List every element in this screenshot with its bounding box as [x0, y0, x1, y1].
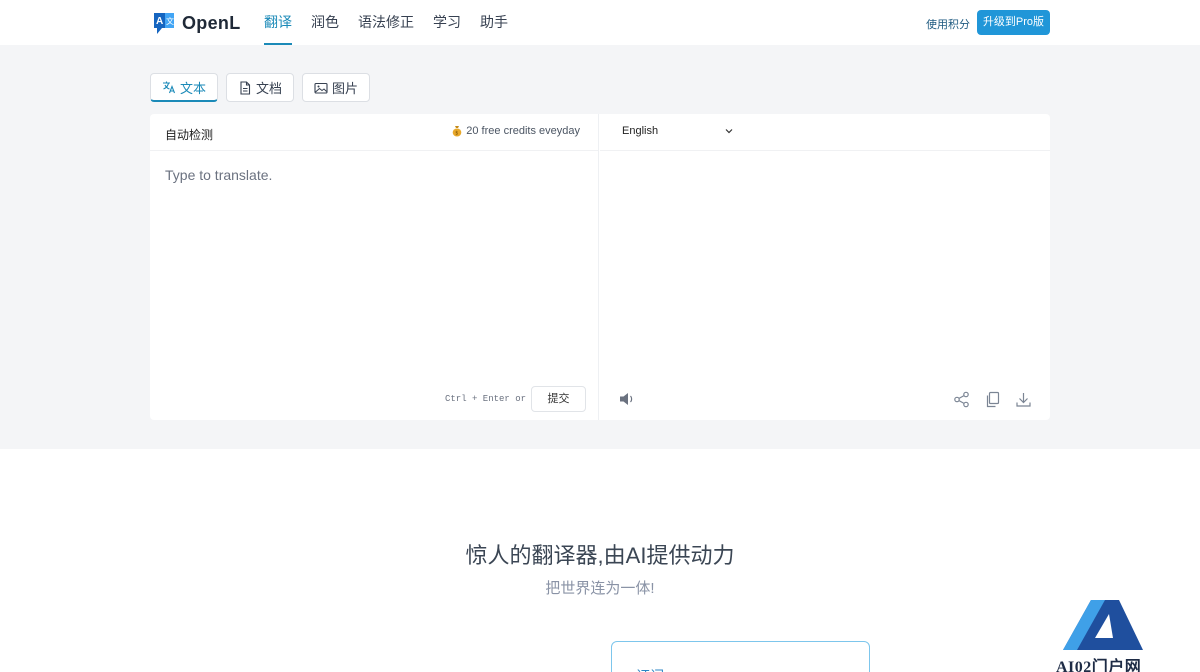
tab-document[interactable]: 文档 [226, 73, 295, 102]
speaker-icon[interactable] [618, 390, 636, 408]
chevron-down-icon [725, 129, 733, 134]
document-icon [240, 80, 251, 95]
share-icon[interactable] [953, 391, 970, 408]
image-icon [314, 82, 328, 94]
source-header: 自动检测 $ 20 free credits eveyday [150, 114, 598, 151]
use-credits-link[interactable]: 使用积分 [926, 16, 970, 32]
nav-assistant[interactable]: 助手 [480, 0, 508, 45]
target-language-select[interactable]: English [622, 125, 734, 141]
tab-image-label: 图片 [332, 81, 359, 96]
translator-panel: 自动检测 $ 20 free credits eveyday Ctrl + En… [150, 114, 1050, 420]
copy-icon[interactable] [984, 391, 1001, 408]
nav-polish[interactable]: 润色 [311, 0, 339, 45]
submit-button[interactable]: 提交 [531, 386, 586, 412]
top-header: A 文 OpenL 翻译 润色 语法修正 学习 助手 使用积分 升级到Pro版 [0, 0, 1200, 45]
tab-text-label: 文本 [180, 80, 207, 96]
target-pane: English [600, 114, 1050, 420]
brand-name: OpenL [182, 13, 241, 33]
source-text-input[interactable] [165, 167, 585, 367]
watermark-text: AI02门户网 [1056, 659, 1142, 672]
feature-card-label: 证词 [636, 666, 664, 672]
source-pane: 自动检测 $ 20 free credits eveyday Ctrl + En… [150, 114, 599, 420]
input-type-tabs: 文本 文档 图片 [150, 73, 378, 102]
hero-title: 惊人的翻译器,由AI提供动力 [465, 543, 735, 568]
hero-subtitle: 把世界连为一体! [545, 580, 655, 597]
download-icon[interactable] [1015, 391, 1032, 408]
free-credits-text: 20 free credits eveyday [466, 125, 580, 137]
tab-text[interactable]: 文本 [150, 73, 219, 102]
translate-icon [163, 81, 176, 94]
source-language-select[interactable]: 自动检测 [165, 126, 213, 143]
free-credits-note: $ 20 free credits eveyday [452, 125, 580, 137]
openl-logo-icon: A 文 [154, 13, 174, 34]
svg-text:A: A [156, 16, 163, 27]
nav-learn[interactable]: 学习 [433, 0, 461, 45]
upgrade-pro-button[interactable]: 升级到Pro版 [977, 10, 1050, 35]
money-bag-icon: $ [452, 126, 462, 137]
main-nav: 翻译 润色 语法修正 学习 助手 [264, 0, 527, 45]
tab-document-label: 文档 [256, 81, 283, 96]
target-header: English [600, 114, 1050, 151]
nav-translate[interactable]: 翻译 [264, 0, 292, 45]
shortcut-hint: Ctrl + Enter or [445, 394, 527, 404]
svg-text:$: $ [456, 131, 459, 137]
tab-image[interactable]: 图片 [302, 73, 371, 102]
target-language-label: English [622, 125, 659, 137]
brand-logo[interactable]: A 文 OpenL [152, 12, 241, 35]
nav-grammar[interactable]: 语法修正 [358, 0, 414, 45]
site-watermark: AI02门户网 [1056, 600, 1196, 672]
feature-card[interactable]: 证词 [611, 641, 870, 672]
watermark-logo-icon [1063, 600, 1143, 650]
svg-text:文: 文 [166, 16, 174, 26]
